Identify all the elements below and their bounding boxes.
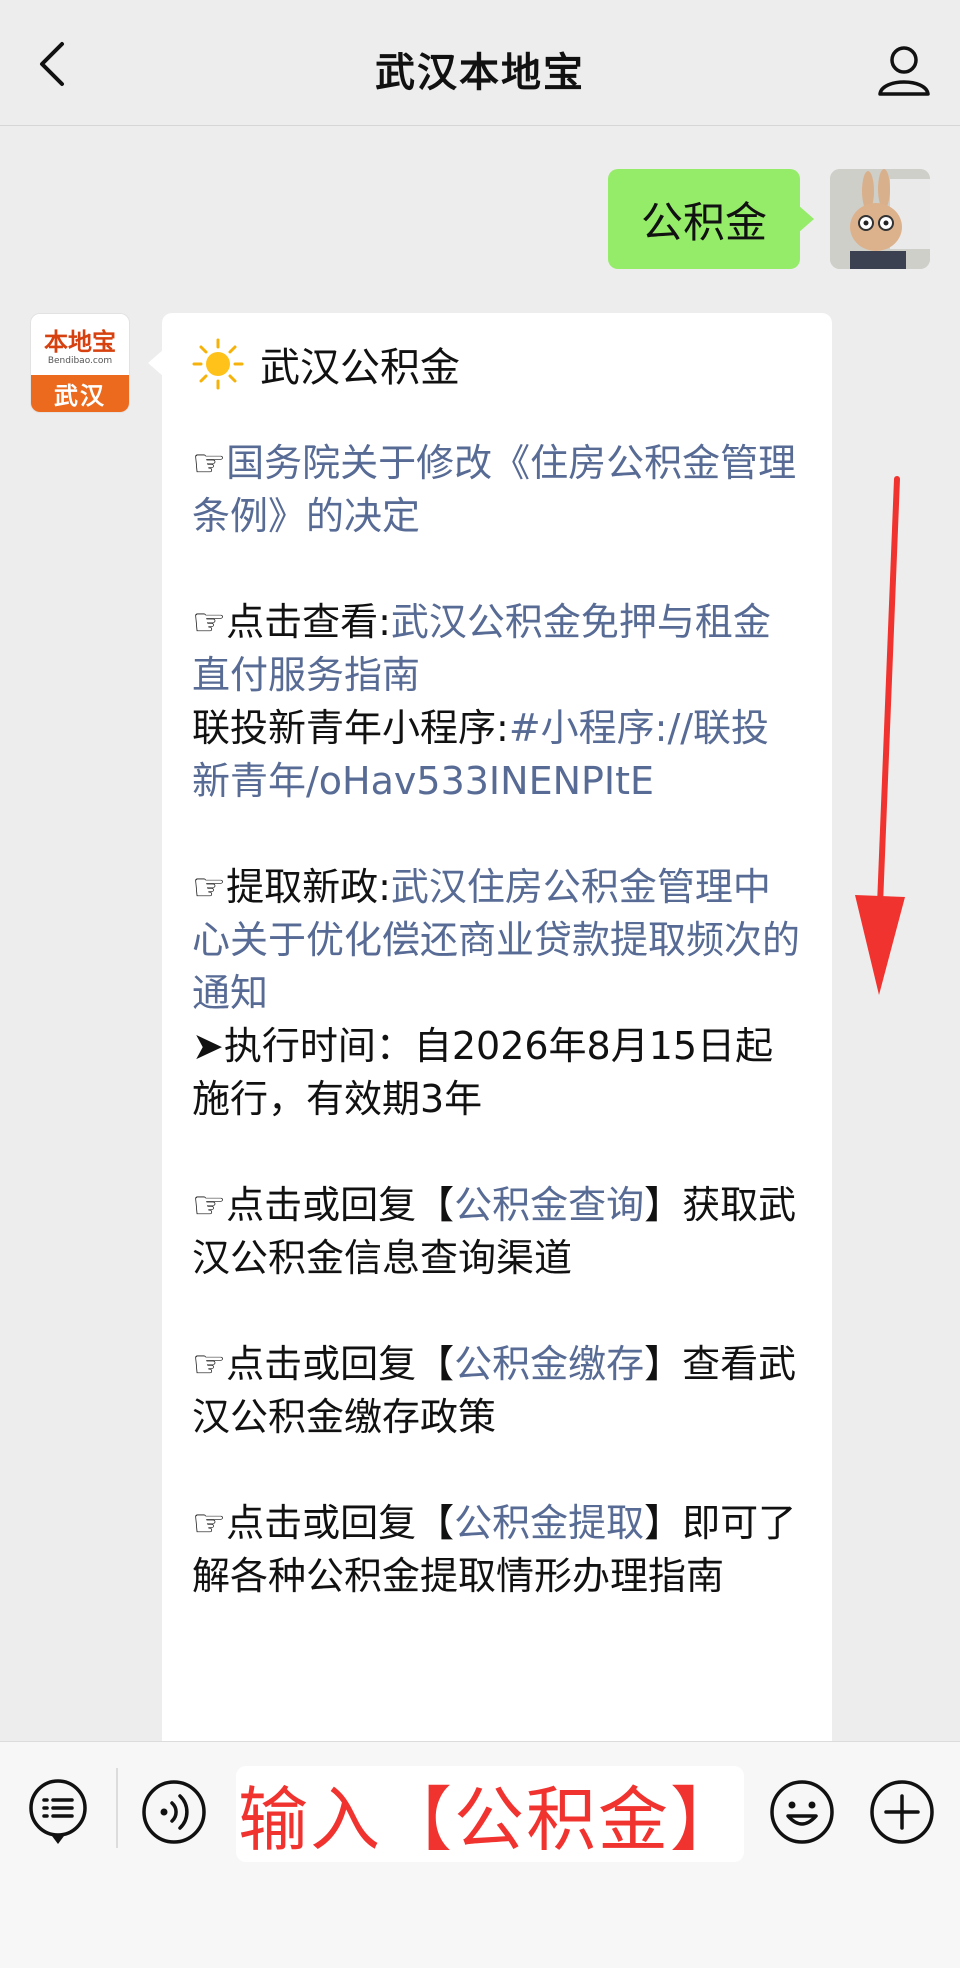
voice-button[interactable]: [140, 1778, 208, 1846]
message-heading: 武汉公积金: [192, 335, 804, 393]
menu-icon: [29, 1779, 87, 1844]
user-message-bubble[interactable]: 公积金: [608, 169, 814, 269]
more-button[interactable]: [868, 1778, 936, 1846]
message-block-3: ☞提取新政:武汉住房公积金管理中心关于优化偿还商业贷款提取频次的通知 ➤执行时间…: [192, 861, 804, 1126]
input-toolbar: 输入【公积金】: [0, 1741, 960, 1968]
scroll-down-arrow-annotation: [855, 476, 905, 995]
query-keyword-link[interactable]: 公积金查询: [454, 1183, 644, 1227]
bunny-avatar-icon: [830, 169, 930, 269]
user-avatar[interactable]: [830, 169, 930, 269]
block-prefix: ☞点击或回复【: [192, 1342, 455, 1386]
block-prefix: ☞提取新政:: [192, 865, 391, 909]
avatar-city-label: 武汉: [31, 374, 129, 412]
official-account-avatar[interactable]: 本地宝 Bendibao.com 武汉: [30, 313, 130, 413]
avatar-domain-text: Bendibao.com: [47, 356, 113, 366]
message-block-2: ☞点击查看:武汉公积金免押与租金直付服务指南 联投新青年小程序:#小程序://联…: [192, 596, 804, 808]
block-prefix: ☞点击或回复【: [192, 1183, 455, 1227]
emoji-icon: [770, 1780, 834, 1844]
profile-icon: [878, 46, 930, 96]
message-block-1: ☞国务院关于修改《住房公积金管理条例》的决定: [192, 437, 804, 543]
block-prefix: ☞点击或回复【: [192, 1501, 455, 1545]
menu-button[interactable]: [26, 1776, 90, 1846]
avatar-logo-text: 本地宝: [44, 328, 116, 356]
plus-icon: [870, 1780, 934, 1844]
profile-button[interactable]: [874, 40, 934, 100]
message-heading-text: 武汉公积金: [260, 345, 460, 391]
bot-message-bubble: 武汉公积金 ☞国务院关于修改《住房公积金管理条例》的决定 ☞点击查看:武汉公积金…: [148, 313, 832, 1741]
effective-date-note: ➤执行时间：自2026年8月15日起施行，有效期3年: [192, 1024, 774, 1121]
emoji-button[interactable]: [768, 1778, 836, 1846]
message-block-6: ☞点击或回复【公积金提取】即可了解各种公积金提取情形办理指南: [192, 1497, 804, 1603]
chat-area[interactable]: 公积金 本地宝 Bendibao.com 武汉 武汉公积金 ☞国务院关于修改《住…: [0, 127, 960, 1741]
message-input[interactable]: 输入【公积金】: [236, 1766, 744, 1862]
avatar-logo-area: 本地宝 Bendibao.com: [31, 314, 129, 375]
block-prefix: ☞: [192, 441, 227, 485]
voice-icon: [142, 1780, 206, 1844]
sun-icon: [192, 338, 244, 390]
input-hint-text: 输入【公积金】: [238, 1778, 742, 1861]
message-block-5: ☞点击或回复【公积金缴存】查看武汉公积金缴存政策: [192, 1338, 804, 1444]
user-message-text: 公积金: [640, 197, 767, 247]
deposit-keyword-link[interactable]: 公积金缴存: [454, 1342, 644, 1386]
nav-header: 武汉本地宝: [0, 0, 960, 126]
policy-decision-link[interactable]: 国务院关于修改《住房公积金管理条例》的决定: [192, 441, 796, 538]
message-block-4: ☞点击或回复【公积金查询】获取武汉公积金信息查询渠道: [192, 1179, 804, 1285]
block-prefix: ☞点击查看:: [192, 600, 391, 644]
mini-program-label: 联投新青年小程序:: [192, 706, 509, 750]
toolbar-separator: [116, 1768, 118, 1848]
withdraw-keyword-link[interactable]: 公积金提取: [454, 1501, 644, 1545]
chat-title: 武汉本地宝: [375, 50, 585, 96]
